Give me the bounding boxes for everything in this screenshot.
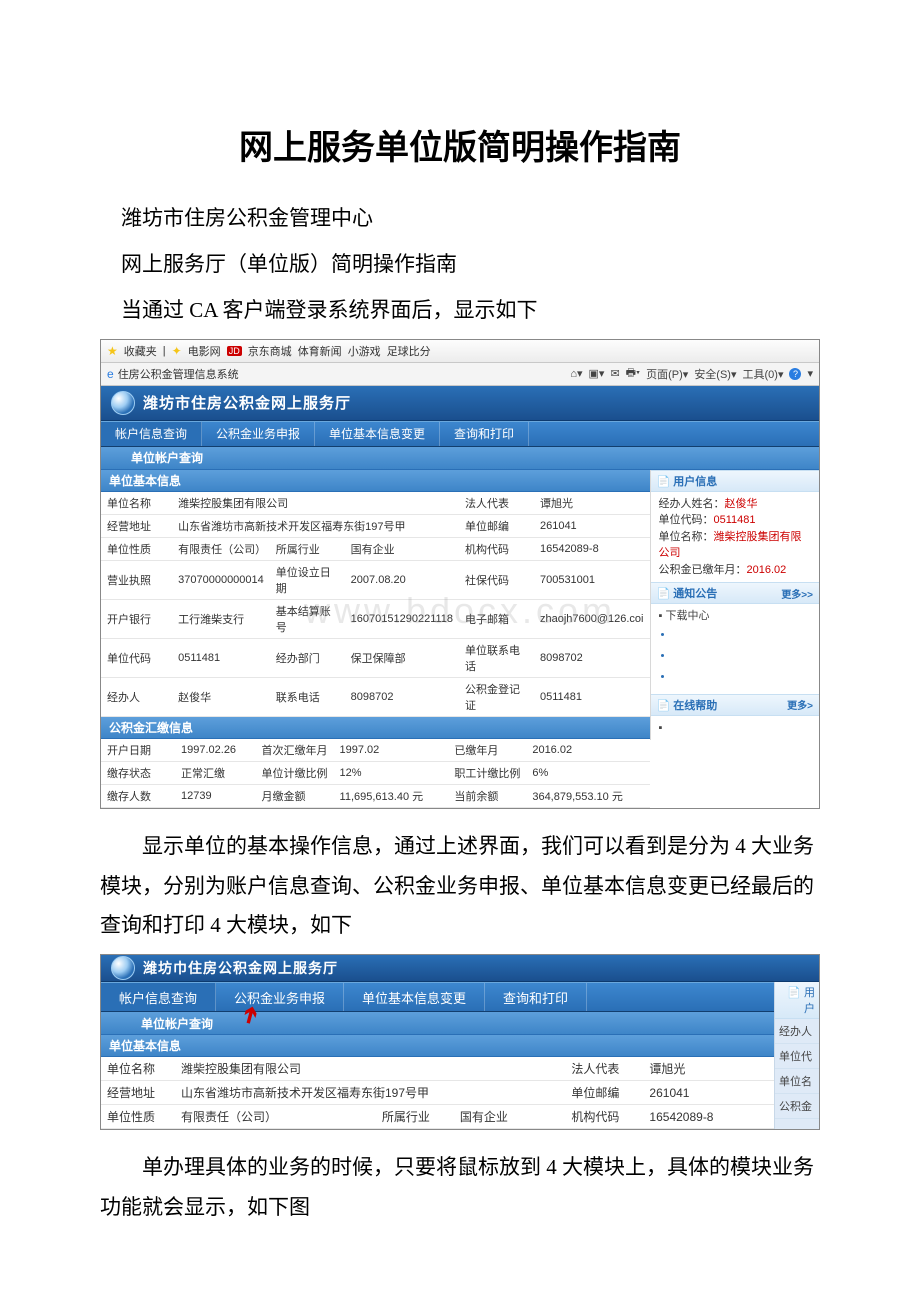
table-row: 单位名称潍柴控股集团有限公司法人代表谭旭光 [101, 492, 650, 515]
table-row: 缴存人数12739月缴金额11,695,613.40 元当前余额364,879,… [101, 784, 650, 807]
ie-icon: e [107, 367, 114, 381]
side-panel-cut: 📄 用户 经办人 单位代 单位名 公积金 [774, 982, 819, 1129]
app-banner-text: 潍坊巾住房公积金网上服务厅 [143, 958, 338, 978]
table-row: 经营地址山东省潍坊市高新技术开发区福寿东街197号甲单位邮编261041 [101, 514, 650, 537]
side-line: 单位代 [775, 1044, 819, 1069]
menu-biz-apply[interactable]: 公积金业务申报 [202, 422, 315, 446]
basic-info-table: 单位名称潍柴控股集团有限公司法人代表谭旭光 经营地址山东省潍坊市高新技术开发区福… [101, 492, 650, 717]
screenshot-2: 潍坊巾住房公积金网上服务厅 帐户信息查询 公积金业务申报 单位基本信息变更 查询… [100, 954, 820, 1130]
menu-account-query[interactable]: 帐户信息查询 [101, 422, 202, 446]
panel-userinfo-hdr: 📄 用户信息 [651, 470, 820, 492]
panel-help-hdr: 📄 在线帮助 更多> [651, 694, 820, 716]
section-basic-info: 单位基本信息 [101, 470, 650, 492]
ie-tool-buttons: ⌂▾ ▣▾ ✉ 🖶▾ 页面(P)▾ 安全(S)▾ 工具(0)▾ ?▾ [570, 364, 813, 383]
panel-userinfo-body: 经办人姓名：赵俊华 单位代码：0511481 单位名称：潍柴控股集团有限公司 公… [651, 492, 820, 583]
submenu-account-query[interactable]: 单位帐户查询 [141, 1015, 213, 1032]
tool-page[interactable]: 页面(P)▾ [646, 366, 688, 382]
tool-security[interactable]: 安全(S)▾ [694, 366, 736, 382]
rss-icon[interactable]: ▣▾ [589, 367, 605, 380]
menu-biz-apply[interactable]: 公积金业务申报 [216, 983, 344, 1011]
table-row: 营业执照37070000000014单位设立日期2007.08.20社保代码70… [101, 560, 650, 599]
app-banner: 潍坊市住房公积金网上服务厅 [101, 386, 819, 421]
basic-info-table: 单位名称潍柴控股集团有限公司法人代表谭旭光 经营地址山东省潍坊市高新技术开发区福… [101, 1057, 774, 1129]
main-menu: 帐户信息查询 公积金业务申报 单位基本信息变更 查询和打印 [101, 421, 819, 447]
table-row: 单位代码0511481经办部门保卫保障部单位联系电话8098702 [101, 638, 650, 677]
table-row: 开户银行工行潍柴支行基本结算账号16070151290221118电子邮箱zha… [101, 599, 650, 638]
app-banner-text: 潍坊市住房公积金网上服务厅 [143, 392, 351, 413]
para-hover: 单办理具体的业务的时候，只要将鼠标放到 4 大模块上，具体的模块业务功能就会显示… [100, 1148, 820, 1228]
fav-link-0[interactable]: 电影网 [188, 343, 221, 359]
fund-info-table: 开户日期1997.02.26首次汇缴年月1997.02已缴年月2016.02 缴… [101, 739, 650, 808]
sub-menu: 单位帐户查询 [101, 447, 819, 470]
section-fund-info: 公积金汇缴信息 [101, 717, 650, 739]
fav-link-2[interactable]: 体育新闻 [298, 343, 342, 359]
section-basic-info: 单位基本信息 [101, 1035, 774, 1057]
table-row: 经办人赵俊华联系电话8098702公积金登记证0511481 [101, 677, 650, 716]
para-modules: 显示单位的基本操作信息，通过上述界面，我们可以看到是分为 4 大业务模块，分别为… [100, 827, 820, 947]
panel-userinfo-hdr: 📄 用户 [775, 982, 819, 1019]
star-icon: ✦ [172, 344, 182, 358]
side-panels: 📄 用户信息 经办人姓名：赵俊华 单位代码：0511481 单位名称：潍柴控股集… [650, 470, 820, 741]
submenu-account-query[interactable]: 单位帐户查询 [131, 449, 203, 466]
help-icon: 📄 在线帮助 [657, 697, 718, 713]
fav-link-1[interactable]: 京东商城 [248, 343, 292, 359]
table-row: 开户日期1997.02.26首次汇缴年月1997.02已缴年月2016.02 [101, 739, 650, 762]
para-subtitle: 网上服务厅（单位版）简明操作指南 [100, 245, 820, 285]
more-link[interactable]: 更多>> [781, 586, 813, 601]
table-row: 单位性质有限责任（公司）所属行业国有企业机构代码16542089-8 [101, 1105, 774, 1129]
table-row: 经营地址山东省潍坊市高新技术开发区福寿东街197号甲单位邮编261041 [101, 1081, 774, 1105]
fav-sep: | [163, 345, 166, 357]
panel-help-body: ▪ [651, 716, 820, 741]
menu-info-change[interactable]: 单位基本信息变更 [344, 983, 485, 1011]
panel-notice-hdr: 📄 通知公告 更多>> [651, 582, 820, 604]
main-menu: 帐户信息查询 公积金业务申报 单位基本信息变更 查询和打印 [101, 982, 774, 1012]
print-icon[interactable]: 🖶▾ [626, 364, 640, 383]
table-row: 单位名称潍柴控股集团有限公司法人代表谭旭光 [101, 1057, 774, 1081]
mail-icon[interactable]: ✉ [610, 367, 619, 380]
fav-link-3[interactable]: 小游戏 [348, 343, 381, 359]
side-line: 经办人 [775, 1019, 819, 1044]
browser-tab-title[interactable]: 住房公积金管理信息系统 [118, 366, 239, 382]
app-logo-icon [111, 956, 135, 980]
app-banner: 潍坊巾住房公积金网上服务厅 [101, 955, 819, 982]
table-row: 缴存状态正常汇缴单位计缴比例12%职工计缴比例6% [101, 761, 650, 784]
ie-favorites-bar: ★ 收藏夹 | ✦ 电影网 JD 京东商城 体育新闻 小游戏 足球比分 [101, 340, 819, 363]
menu-account-query[interactable]: 帐户信息查询 [101, 983, 216, 1011]
side-line: 单位名 [775, 1069, 819, 1094]
panel-notice-body: ▪ 下载中心 [651, 604, 820, 694]
sub-menu: ➔ 单位帐户查询 [101, 1012, 774, 1035]
download-link[interactable]: 下载中心 [665, 610, 709, 622]
star-icon: ★ [107, 344, 118, 358]
more-link[interactable]: 更多> [787, 697, 813, 712]
folder-icon: 📄 用户信息 [657, 473, 718, 489]
menu-info-change[interactable]: 单位基本信息变更 [315, 422, 440, 446]
menu-query-print[interactable]: 查询和打印 [485, 983, 587, 1011]
table-row: 单位性质有限责任（公司）所属行业国有企业机构代码16542089-8 [101, 537, 650, 560]
help-icon[interactable]: ? [789, 368, 801, 380]
tool-tools[interactable]: 工具(0)▾ [743, 366, 784, 382]
para-org: 潍坊市住房公积金管理中心 [100, 199, 820, 239]
notice-icon: 📄 通知公告 [657, 585, 718, 601]
fav-link-4[interactable]: 足球比分 [387, 343, 431, 359]
page-title: 网上服务单位版简明操作指南 [100, 120, 820, 169]
para-intro: 当通过 CA 客户端登录系统界面后，显示如下 [100, 291, 820, 331]
app-logo-icon [111, 391, 135, 415]
screenshot-1: ★ 收藏夹 | ✦ 电影网 JD 京东商城 体育新闻 小游戏 足球比分 e 住房… [100, 339, 820, 809]
ie-tab-bar: e 住房公积金管理信息系统 ⌂▾ ▣▾ ✉ 🖶▾ 页面(P)▾ 安全(S)▾ 工… [101, 363, 819, 386]
home-icon[interactable]: ⌂▾ [570, 367, 582, 380]
favorites-label: 收藏夹 [124, 343, 157, 359]
side-line: 公积金 [775, 1094, 819, 1119]
menu-query-print[interactable]: 查询和打印 [440, 422, 529, 446]
jd-icon: JD [227, 346, 242, 356]
